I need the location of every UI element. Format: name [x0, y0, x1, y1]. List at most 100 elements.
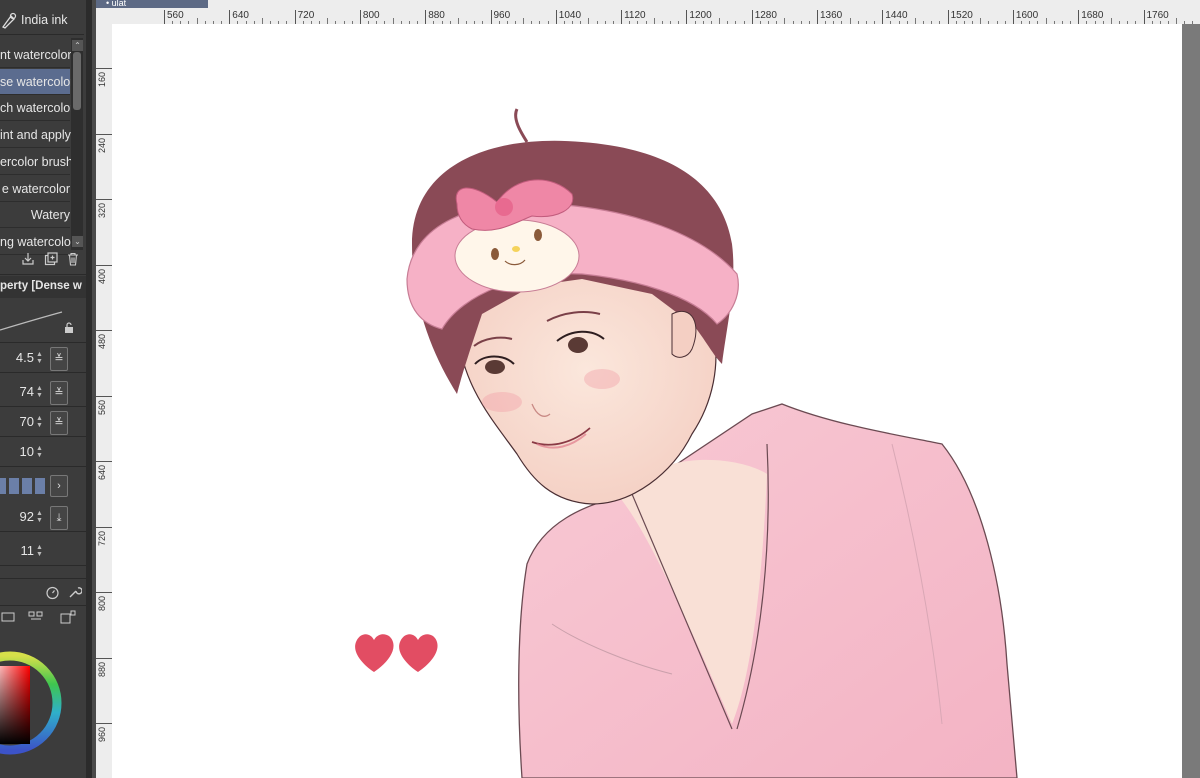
ruler-tick — [96, 199, 112, 200]
pressure-settings-button[interactable]: ⤓ — [50, 506, 68, 530]
color-panel-tab-icon[interactable] — [0, 610, 16, 626]
ruler-tick — [164, 10, 165, 24]
row-divider — [0, 406, 86, 407]
brush-density-bar[interactable] — [0, 476, 46, 496]
ruler-label: 1760 — [1146, 10, 1169, 21]
ruler-label: 1600 — [1015, 10, 1039, 21]
color-slider-tab-icon[interactable] — [28, 610, 44, 626]
import-brush-icon[interactable] — [20, 252, 36, 268]
ruler-tick — [96, 461, 112, 462]
brush-list-scroll-thumb[interactable] — [73, 52, 81, 110]
row-divider — [0, 565, 86, 566]
ruler-label: 720 — [297, 10, 315, 21]
ruler-label: 1040 — [558, 10, 582, 21]
pressure-settings-button[interactable]: ≚ — [50, 411, 68, 435]
scroll-up-button[interactable]: ⌃ — [72, 40, 83, 51]
spinner-arrows-icon[interactable]: ▲ ▼ — [36, 510, 44, 524]
drawing-canvas[interactable] — [112, 24, 1182, 778]
ruler-label: 560 — [97, 399, 107, 415]
property-value[interactable]: 70 — [0, 414, 34, 429]
spinner-arrows-icon[interactable]: ▲ ▼ — [36, 385, 44, 399]
ruler-tick — [1012, 10, 1014, 24]
property-value[interactable]: 74 — [0, 384, 34, 399]
brush-list-scrollbar[interactable] — [71, 38, 83, 250]
ruler-label: 1520 — [950, 10, 973, 21]
ruler-label: 1440 — [885, 10, 908, 21]
ruler-tick — [96, 526, 112, 528]
brush-stroke-preview — [0, 311, 63, 331]
brush-item[interactable]: Watery — [0, 202, 70, 229]
ruler-label: 1200 — [689, 10, 712, 21]
brush-item[interactable]: e watercolor — [0, 176, 70, 202]
brush-item[interactable]: ng watercolor — [0, 229, 75, 255]
spinner-arrows-icon[interactable]: ▲ ▼ — [36, 415, 44, 429]
ruler-tick — [490, 10, 492, 24]
tool-property-header[interactable]: perty [Dense w — [0, 276, 86, 298]
ruler-tick — [359, 10, 361, 24]
ruler-tick — [555, 10, 557, 24]
duplicate-brush-icon[interactable] — [43, 252, 59, 268]
color-wheel[interactable] — [0, 628, 86, 778]
expand-arrow-button[interactable]: › — [50, 475, 68, 497]
pressure-settings-button[interactable]: ≚ — [50, 381, 68, 405]
heart-right — [399, 634, 438, 672]
ruler-label: 480 — [97, 334, 107, 350]
ruler-tick — [96, 723, 112, 724]
delete-brush-icon[interactable] — [65, 252, 81, 268]
ruler-tick — [1078, 10, 1080, 24]
wrench-icon[interactable] — [66, 585, 83, 601]
row-divider — [0, 531, 86, 532]
pressure-settings-button[interactable]: ≚ — [50, 347, 68, 371]
ruler-label: 400 — [97, 268, 107, 284]
heart-left — [355, 634, 394, 672]
spinner-arrows-icon[interactable]: ▲ ▼ — [36, 445, 44, 459]
scroll-down-button[interactable]: ⌄ — [72, 236, 83, 247]
ruler-label: 1280 — [754, 10, 777, 21]
ruler-tick — [686, 10, 688, 24]
ruler-label: 1360 — [820, 10, 843, 21]
ruler-label: 1680 — [1081, 10, 1104, 21]
ruler-tick — [96, 395, 112, 397]
property-value[interactable]: 11 — [0, 543, 35, 558]
ruler-tick — [882, 10, 884, 24]
horizontal-ruler: 560 640 720 800 880 960 1040 1120 1200 1280 1360 14… — [96, 0, 1200, 24]
ruler-tick — [229, 10, 231, 24]
document-tab[interactable]: • ulat — [96, 0, 208, 8]
color-set-tab-icon[interactable] — [60, 610, 76, 626]
ruler-tick — [96, 133, 112, 135]
illustration — [355, 108, 1018, 778]
ruler-label: 960 — [493, 10, 511, 21]
ruler-label: 800 — [362, 10, 380, 21]
row-divider — [0, 372, 86, 373]
ruler-label: 720 — [97, 530, 107, 546]
ruler-tick — [751, 10, 753, 24]
lock-icon[interactable] — [63, 322, 75, 334]
ruler-tick — [621, 10, 623, 24]
property-value[interactable]: 10 — [0, 444, 34, 459]
ruler-tick — [425, 10, 427, 24]
vertical-ruler: 160 240 320 400 480 560 640 720 800 880 960 — [96, 24, 112, 778]
brush-item[interactable]: ercolor brush — [0, 149, 73, 175]
brush-header-label: India ink — [21, 13, 68, 27]
spinner-arrows-icon[interactable]: ▲ ▼ — [36, 544, 44, 558]
ruler-label: 560 — [167, 10, 184, 21]
headband-character — [454, 219, 580, 293]
brush-header[interactable]: India ink — [0, 8, 84, 35]
ruler-tick — [96, 657, 112, 659]
brush-item[interactable]: int and apply — [0, 122, 71, 149]
ruler-label: 1120 — [624, 10, 646, 21]
ruler-tick — [1143, 10, 1145, 24]
property-value[interactable]: 4.5 — [0, 350, 34, 365]
brush-item[interactable]: ch watercolor — [0, 95, 74, 122]
ruler-label: 640 — [232, 10, 249, 21]
brush-item[interactable]: se watercolor — [0, 68, 74, 95]
spinner-arrows-icon[interactable]: ▲ ▼ — [36, 351, 44, 365]
brush-item[interactable]: nt watercolor — [0, 42, 72, 68]
ruler-tick — [96, 68, 112, 69]
ruler-tick — [947, 10, 949, 24]
canvas-area[interactable] — [112, 24, 1200, 778]
ruler-tick — [294, 10, 296, 24]
ruler-label: 960 — [97, 727, 107, 743]
property-value[interactable]: 92 — [0, 509, 34, 524]
timer-icon[interactable] — [44, 585, 60, 601]
